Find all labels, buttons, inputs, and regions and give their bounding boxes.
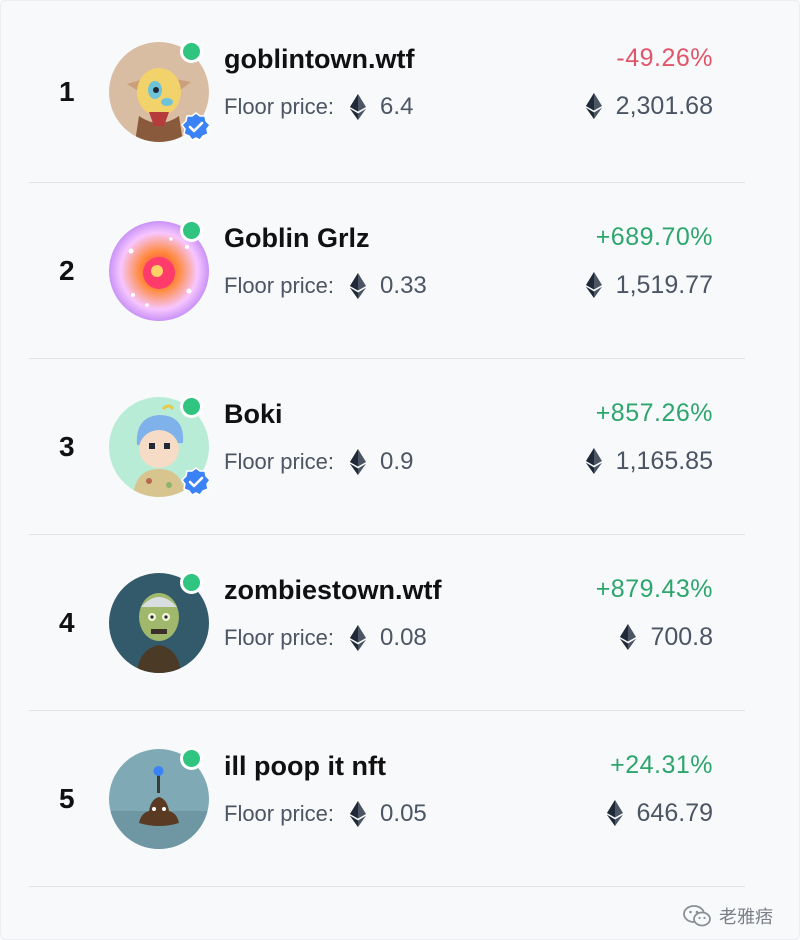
volume-value: 1,165.85 xyxy=(615,446,713,475)
collection-name[interactable]: zombiestown.wtf xyxy=(224,575,442,606)
floor-price-label: Floor price: xyxy=(224,272,335,298)
collection-row[interactable]: 1 goblintown.wtf Floor price: 6.4 -49.26… xyxy=(29,1,745,183)
collection-list: 1 goblintown.wtf Floor price: 6.4 -49.26… xyxy=(29,1,745,887)
volume-value: 700.8 xyxy=(650,622,713,651)
collection-row[interactable]: 3 Boki Floor price: 0.9 +857.26% 1,165.8… xyxy=(29,359,745,535)
online-status-dot xyxy=(180,218,203,242)
volume-value: 1,519.77 xyxy=(615,270,713,299)
floor-price: Floor price: 6.4 xyxy=(224,93,413,121)
volume: 1,519.77 xyxy=(585,270,713,300)
ethereum-icon xyxy=(585,448,602,474)
floor-price-label: Floor price: xyxy=(224,448,335,474)
floor-price-value: 0.08 xyxy=(380,623,427,651)
online-status-dot xyxy=(180,394,203,418)
ethereum-icon xyxy=(620,624,637,650)
avatar[interactable] xyxy=(109,570,209,673)
collection-name[interactable]: goblintown.wtf xyxy=(224,44,414,75)
floor-price-label: Floor price: xyxy=(224,93,335,119)
price-change: +879.43% xyxy=(595,574,713,603)
collection-row[interactable]: 5 ill poop it nft Floor price: 0.05 +24.… xyxy=(29,711,745,887)
ethereum-icon xyxy=(606,800,623,826)
floor-price-value: 6.4 xyxy=(380,92,414,120)
verified-badge-icon xyxy=(181,111,211,141)
floor-price: Floor price: 0.33 xyxy=(224,272,427,300)
volume: 646.79 xyxy=(606,798,713,828)
online-status-dot xyxy=(180,570,203,594)
collection-name[interactable]: Boki xyxy=(224,399,283,430)
ethereum-icon xyxy=(585,93,602,119)
rank-number: 2 xyxy=(59,254,75,286)
price-change: +857.26% xyxy=(595,398,713,427)
floor-price: Floor price: 0.9 xyxy=(224,448,413,476)
ethereum-icon xyxy=(350,272,367,299)
collection-row[interactable]: 4 zombiestown.wtf Floor price: 0.08 +879… xyxy=(29,535,745,711)
floor-price-value: 0.9 xyxy=(380,447,414,475)
ethereum-icon xyxy=(350,800,367,827)
ranking-panel: 1 goblintown.wtf Floor price: 6.4 -49.26… xyxy=(0,0,800,940)
online-status-dot xyxy=(180,746,203,770)
collection-name[interactable]: ill poop it nft xyxy=(224,751,386,782)
floor-price: Floor price: 0.05 xyxy=(224,800,427,828)
floor-price-value: 0.33 xyxy=(380,271,427,299)
verified-badge-icon xyxy=(181,466,211,496)
volume: 700.8 xyxy=(620,623,713,652)
volume-value: 646.79 xyxy=(636,798,713,827)
watermark-text: 老雅痞 xyxy=(719,907,773,928)
rank-number: 5 xyxy=(59,782,75,814)
rank-number: 3 xyxy=(59,430,75,462)
rank-number: 4 xyxy=(59,606,75,638)
price-change: +24.31% xyxy=(610,750,713,779)
ethereum-icon xyxy=(350,93,367,120)
ethereum-icon xyxy=(350,448,367,475)
volume-value: 2,301.68 xyxy=(615,91,713,120)
watermark: 老雅痞 xyxy=(683,903,773,929)
avatar[interactable] xyxy=(109,394,211,497)
floor-price-label: Floor price: xyxy=(224,800,335,826)
avatar[interactable] xyxy=(109,746,209,849)
collection-row[interactable]: 2 Goblin Grlz Floor price: 0.33 +689.70%… xyxy=(29,183,745,359)
avatar[interactable] xyxy=(109,39,211,142)
floor-price-label: Floor price: xyxy=(224,624,335,650)
ethereum-icon xyxy=(585,272,602,298)
ethereum-icon xyxy=(350,624,367,651)
floor-price-value: 0.05 xyxy=(380,799,427,827)
floor-price: Floor price: 0.08 xyxy=(224,624,427,652)
volume: 2,301.68 xyxy=(585,91,713,121)
price-change: +689.70% xyxy=(595,222,713,251)
collection-name[interactable]: Goblin Grlz xyxy=(224,223,370,254)
volume: 1,165.85 xyxy=(585,446,713,476)
online-status-dot xyxy=(180,39,203,63)
price-change: -49.26% xyxy=(616,43,713,72)
avatar[interactable] xyxy=(109,218,209,321)
rank-number: 1 xyxy=(59,75,75,107)
wechat-icon xyxy=(683,905,711,927)
